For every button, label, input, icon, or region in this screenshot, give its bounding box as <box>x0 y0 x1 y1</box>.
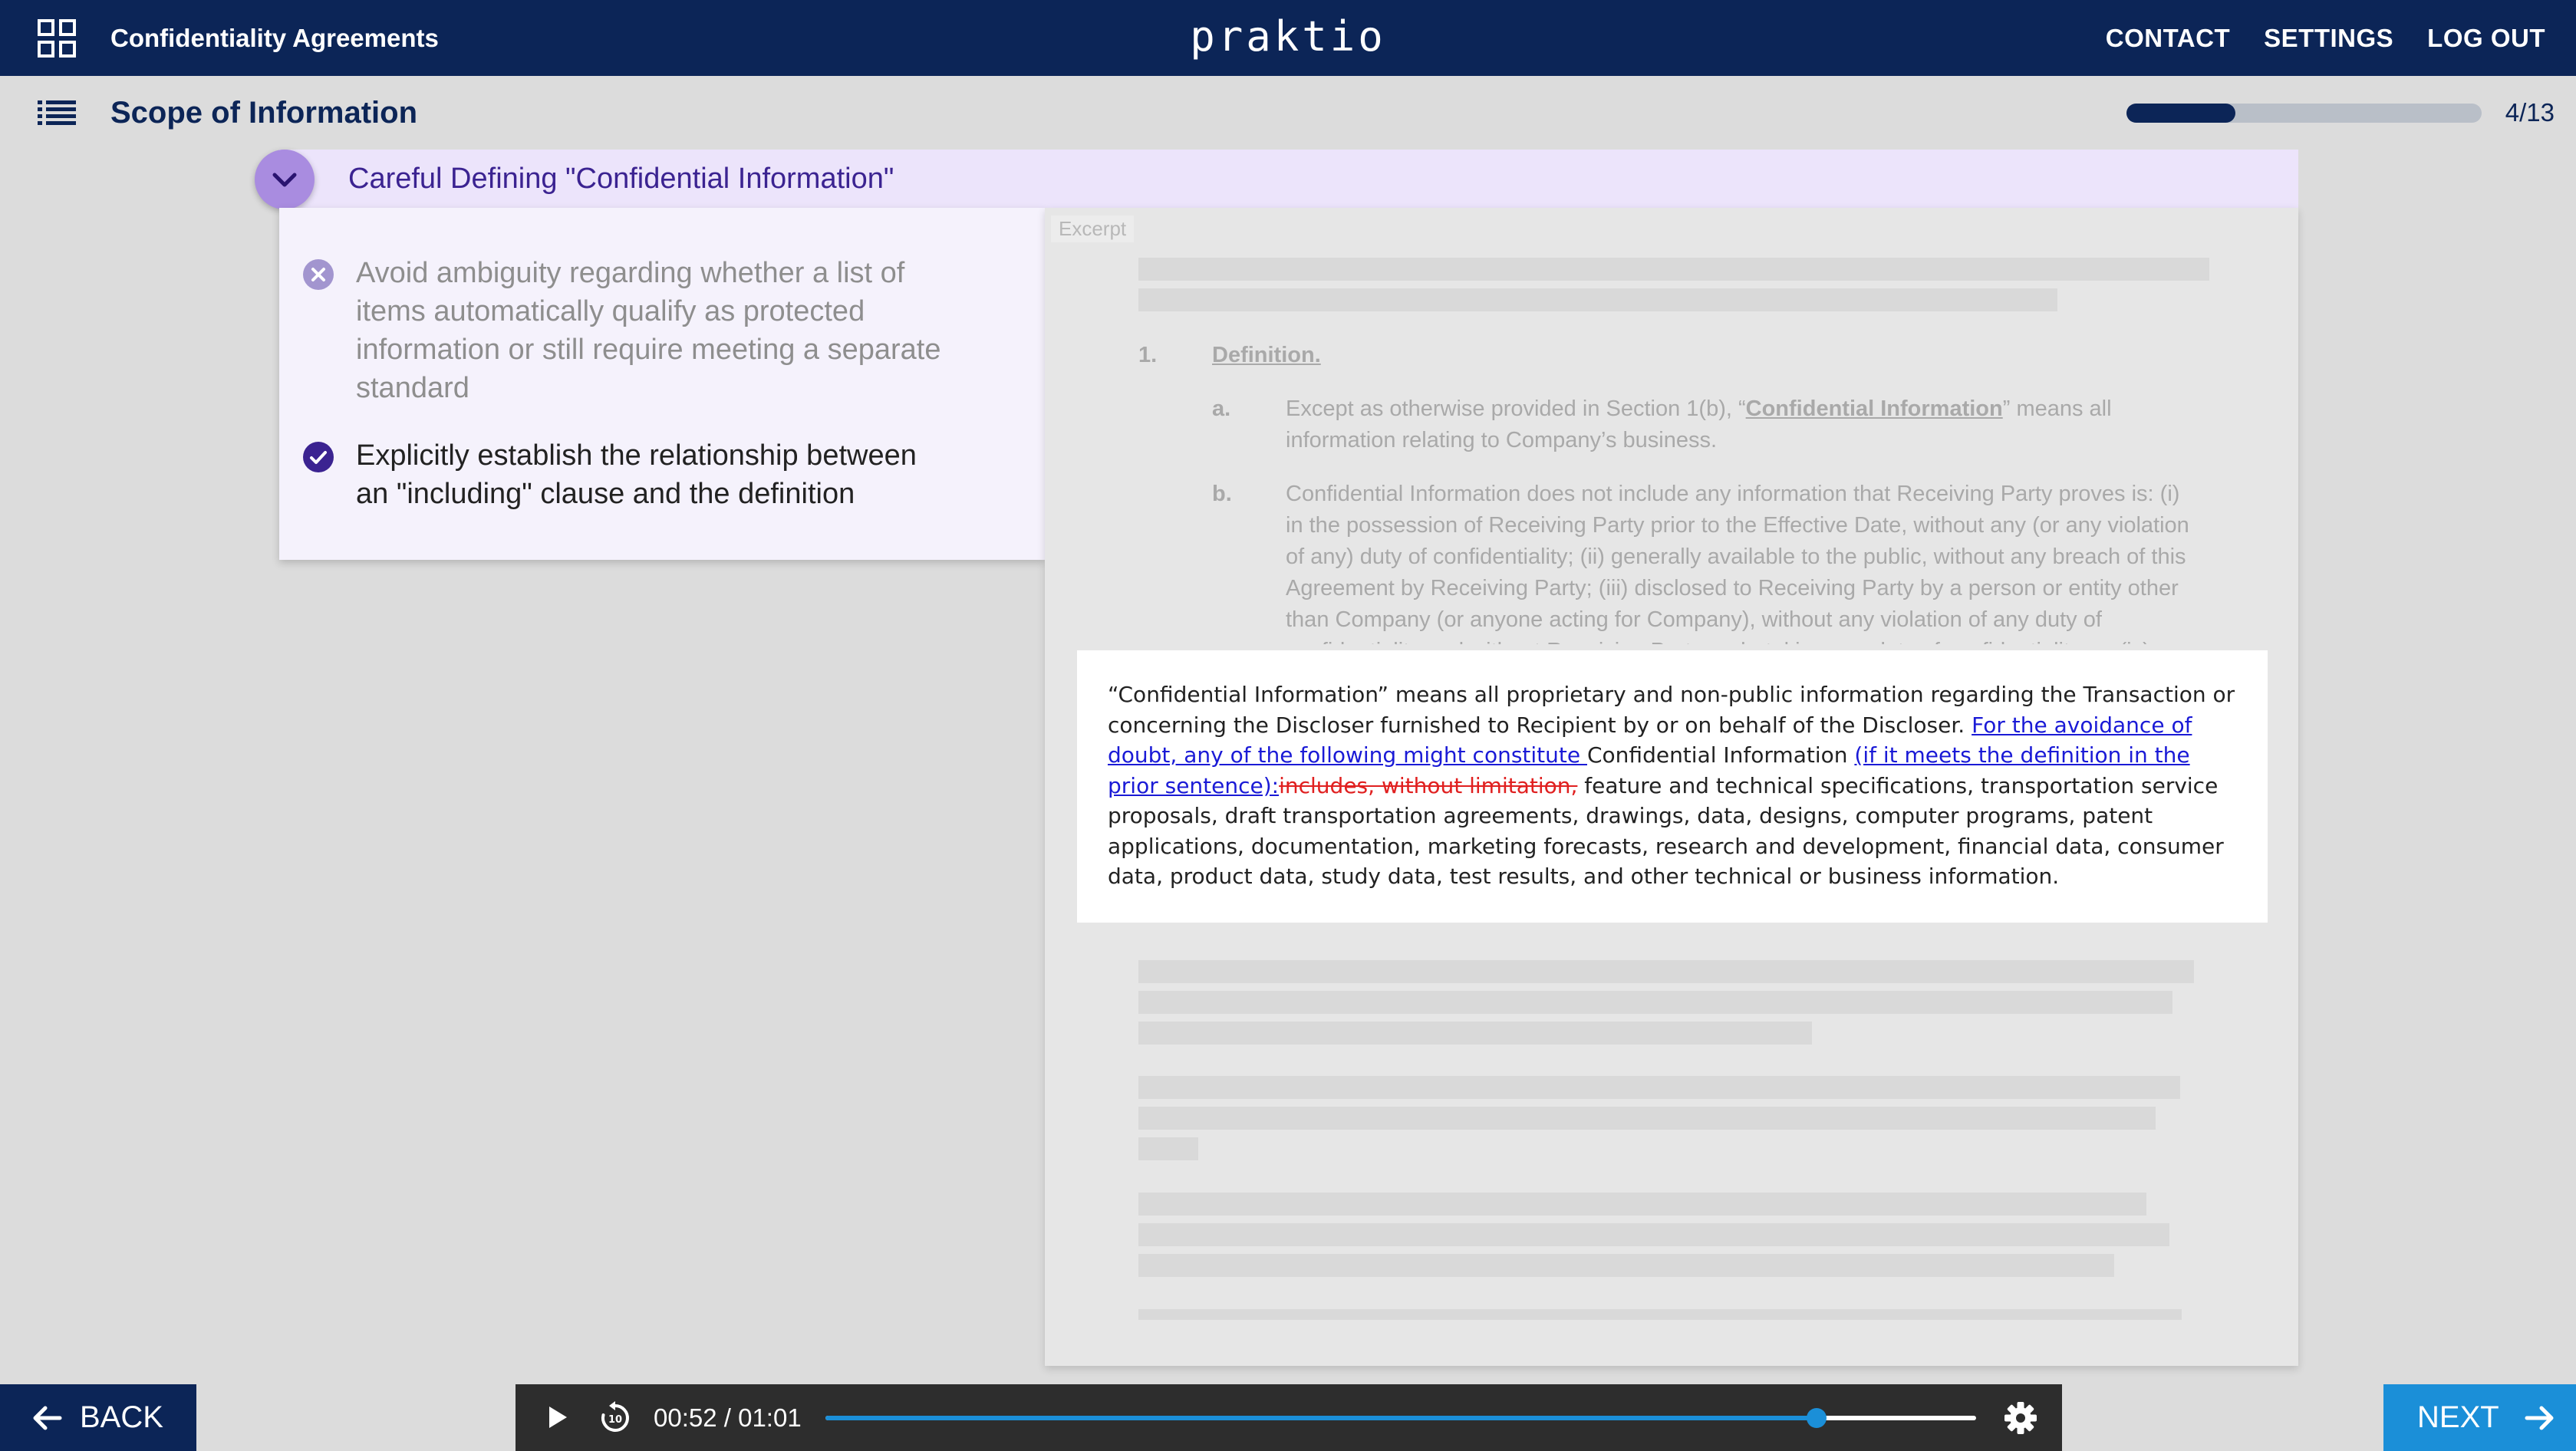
doc-item-b-label: b. <box>1212 482 1232 506</box>
logout-link[interactable]: LOG OUT <box>2427 24 2545 53</box>
placeholder-line <box>1138 288 2057 311</box>
contact-link[interactable]: CONTACT <box>2106 24 2230 53</box>
settings-link[interactable]: SETTINGS <box>2264 24 2393 53</box>
praktio-logo: praktio <box>1190 12 1386 61</box>
placeholder-line <box>1138 258 2209 281</box>
top-bar: Confidentiality Agreements praktio CONTA… <box>0 0 2576 76</box>
lesson-progress-fill <box>2126 104 2236 123</box>
arrow-right-icon <box>2525 1406 2554 1430</box>
placeholder-line <box>1138 1223 2169 1246</box>
audio-player: 10 00:52 / 01:01 <box>516 1384 2062 1451</box>
placeholder-line <box>1138 1254 2114 1277</box>
next-button[interactable]: NEXT <box>2383 1384 2576 1451</box>
seek-bar-fill <box>825 1416 1817 1420</box>
doc-item-a-label: a. <box>1212 396 1231 421</box>
redline-clause: “Confidential Information” means all pro… <box>1077 650 2268 923</box>
doc-item-a-term: Confidential Information <box>1745 396 2003 421</box>
back-button-label: BACK <box>80 1400 163 1434</box>
tip-do-text: Explicitly establish the relationship be… <box>356 439 917 510</box>
doc-section-heading: Definition. <box>1212 343 1321 367</box>
back-button[interactable]: BACK <box>0 1384 196 1451</box>
play-icon[interactable] <box>546 1404 569 1430</box>
arrow-left-icon <box>33 1406 62 1430</box>
section-title: Scope of Information <box>110 96 417 130</box>
x-circle-icon <box>303 259 334 290</box>
placeholder-line <box>1138 1076 2180 1099</box>
doc-section-number: 1. <box>1138 343 1158 367</box>
list-icon[interactable] <box>38 99 76 127</box>
redline-clause-text: “Confidential Information” means all pro… <box>1108 679 2237 892</box>
check-circle-icon <box>303 442 334 472</box>
tips-panel: Avoid ambiguity regarding whether a list… <box>279 208 1045 560</box>
clause-middle: Confidential Information <box>1587 742 1855 768</box>
lesson-progress-bar <box>2126 104 2482 123</box>
gear-icon[interactable] <box>2004 1401 2037 1435</box>
placeholder-line <box>1138 960 2194 983</box>
placeholder-line <box>1138 1309 2182 1320</box>
clause-deletion: includes, without limitation, <box>1279 772 1578 798</box>
collapse-button[interactable] <box>255 150 315 209</box>
placeholder-line <box>1138 1107 2156 1130</box>
next-button-label: NEXT <box>2417 1400 2499 1434</box>
chevron-down-icon <box>272 173 297 187</box>
tip-avoid: Avoid ambiguity regarding whether a list… <box>303 254 954 407</box>
doc-item-a-text: Except as otherwise provided in Section … <box>1286 393 2191 456</box>
app-title: Confidentiality Agreements <box>110 24 439 52</box>
seek-bar[interactable] <box>825 1408 1976 1428</box>
placeholder-line <box>1138 1022 1812 1045</box>
placeholder-line <box>1138 1137 1198 1160</box>
grid-icon[interactable] <box>38 19 76 58</box>
card-header: Careful Defining "Confidential Informati… <box>279 150 2298 208</box>
tip-avoid-text: Avoid ambiguity regarding whether a list… <box>356 257 941 404</box>
card-title: Careful Defining "Confidential Informati… <box>348 163 894 195</box>
doc-item-b-text: Confidential Information does not includ… <box>1286 482 2189 644</box>
replay-10-icon[interactable]: 10 <box>598 1401 632 1435</box>
top-nav: CONTACT SETTINGS LOG OUT <box>2106 0 2545 76</box>
seek-handle[interactable] <box>1806 1408 1827 1428</box>
playback-time: 00:52 / 01:01 <box>654 1403 802 1432</box>
doc-item-a-before: Except as otherwise provided in Section … <box>1286 396 1746 421</box>
lesson-progress-count: 4/13 <box>2505 98 2555 127</box>
placeholder-line <box>1138 991 2172 1014</box>
excerpt-label: Excerpt <box>1051 216 1135 242</box>
placeholder-line <box>1138 1193 2146 1216</box>
tip-do: Explicitly establish the relationship be… <box>303 436 954 513</box>
svg-text:10: 10 <box>608 1414 622 1426</box>
